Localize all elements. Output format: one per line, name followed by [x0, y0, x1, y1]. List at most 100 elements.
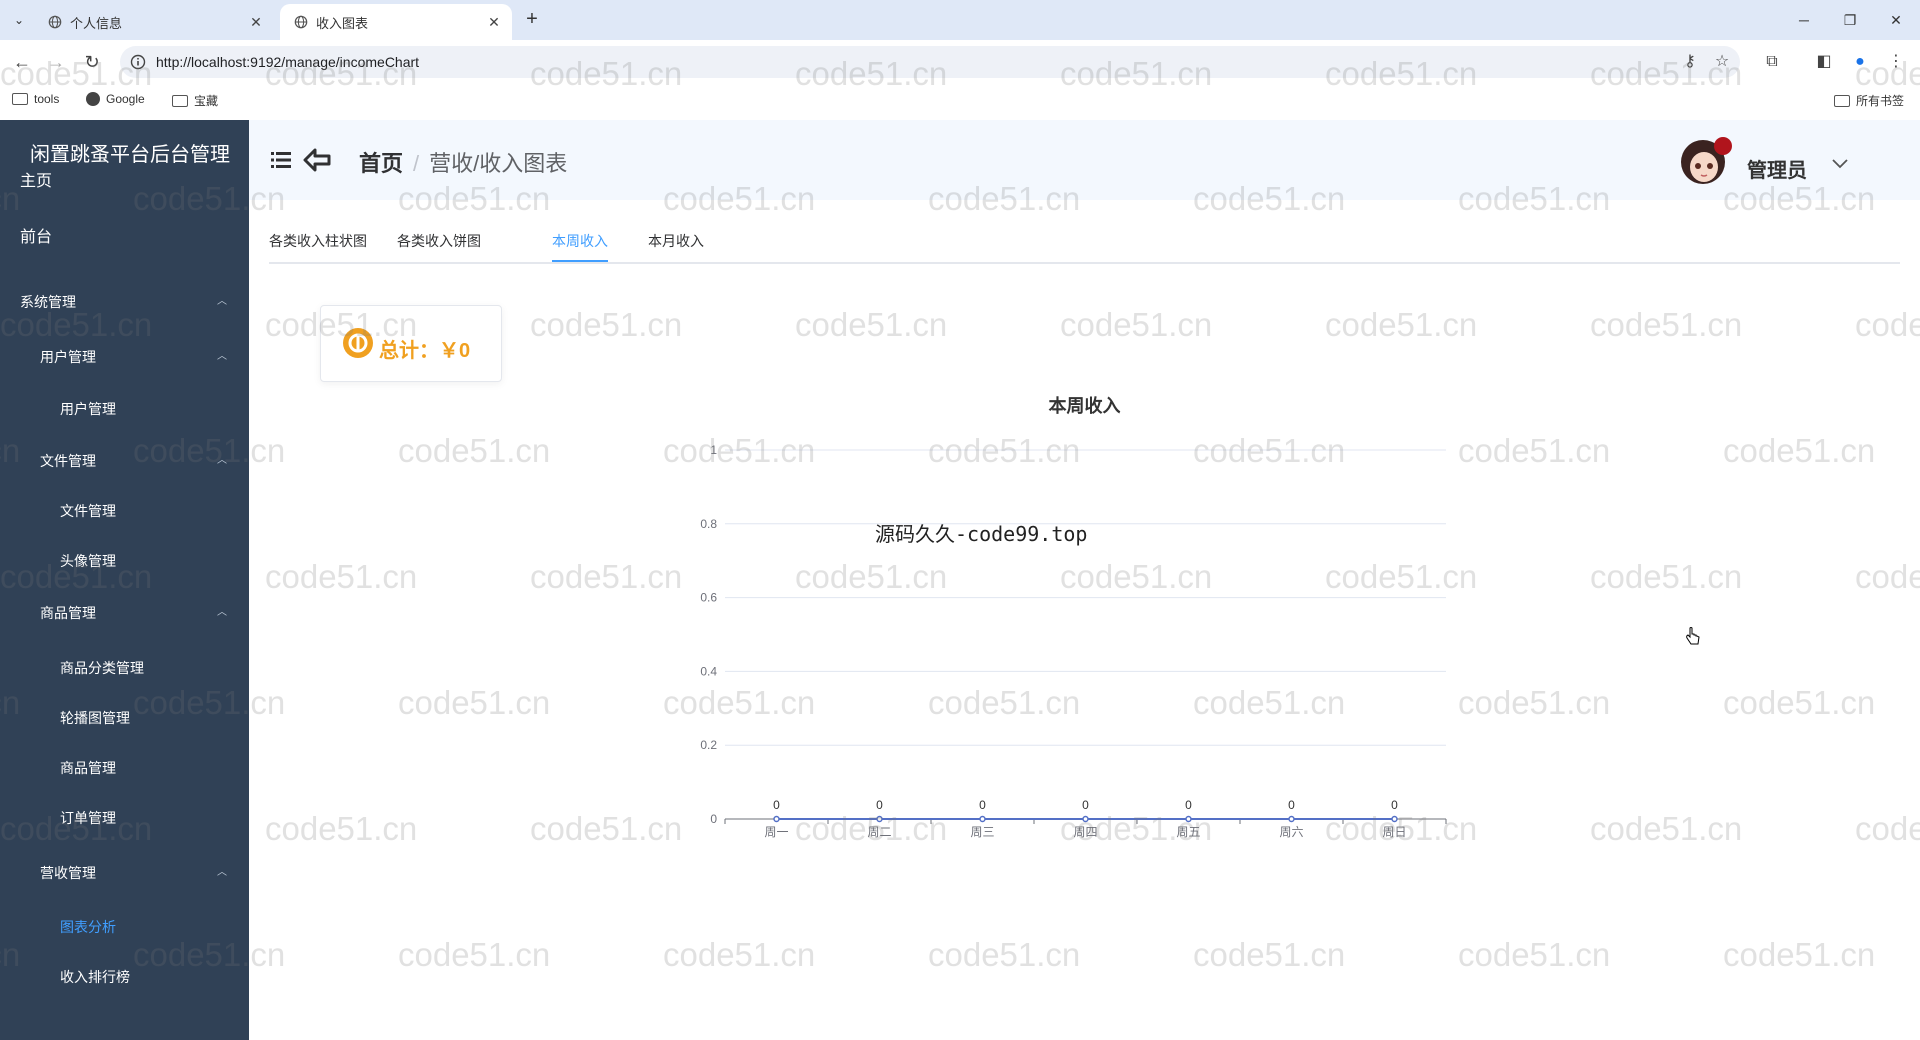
- profile-icon[interactable]: ●: [1850, 52, 1870, 72]
- sidebar-item-label: 头像管理: [60, 553, 116, 569]
- new-tab-icon[interactable]: +: [520, 8, 544, 32]
- sidebar-item[interactable]: 文件管理 ︿: [0, 441, 249, 481]
- data-label: 0: [876, 798, 883, 812]
- back-icon[interactable]: ←: [10, 50, 34, 74]
- sidebar-item-label: 用户管理: [40, 349, 96, 365]
- globe-icon: [48, 15, 62, 29]
- sidebar-item[interactable]: 轮播图管理: [0, 698, 249, 738]
- x-tick-label: 周三: [970, 825, 994, 839]
- sidebar-item[interactable]: 商品分类管理: [0, 648, 249, 688]
- sidebar-item[interactable]: 前台: [0, 218, 249, 258]
- all-bookmarks[interactable]: 所有书签: [1834, 92, 1904, 109]
- sidebar-item-label: 前台: [20, 229, 53, 246]
- sidebar-item-label: 收入排行榜: [60, 969, 130, 985]
- avatar[interactable]: [1677, 132, 1733, 188]
- side-panel-icon[interactable]: ◧: [1814, 52, 1834, 72]
- close-tab-icon[interactable]: ✕: [246, 14, 266, 31]
- chevron-up-icon[interactable]: ︿: [217, 593, 227, 633]
- minimize-icon[interactable]: ─: [1784, 8, 1824, 32]
- y-tick-label: 0.2: [700, 738, 717, 752]
- sidebar-item[interactable]: 订单管理: [0, 798, 249, 838]
- tab-search-icon[interactable]: ⌄: [8, 9, 30, 31]
- extensions-icon[interactable]: ⧉: [1762, 52, 1782, 72]
- data-point: [876, 815, 883, 823]
- sidebar-item[interactable]: 用户管理: [0, 389, 249, 429]
- sidebar-item[interactable]: 商品管理: [0, 748, 249, 788]
- password-key-icon[interactable]: ⚷: [1680, 52, 1700, 72]
- google-icon: [86, 92, 100, 106]
- tab-weekly-income[interactable]: 本周收入: [552, 228, 608, 254]
- sidebar-item[interactable]: 图表分析: [0, 907, 249, 947]
- menu-kebab-icon[interactable]: ⋮: [1886, 52, 1906, 72]
- sidebar-item[interactable]: 用户管理 ︿: [0, 337, 249, 377]
- y-tick-label: 0: [710, 812, 717, 826]
- data-point: [773, 815, 780, 823]
- bookmark-star-icon[interactable]: ☆: [1712, 52, 1732, 72]
- tab-category-bar[interactable]: 各类收入柱状图: [269, 228, 367, 254]
- bookmark-label: Google: [106, 92, 145, 106]
- breadcrumb-current: 营收/收入图表: [429, 151, 568, 176]
- tab-title: 收入图表: [316, 15, 369, 31]
- sidebar-item-label: 轮播图管理: [60, 710, 130, 726]
- browser-tab-income-chart[interactable]: 收入图表 ✕: [280, 4, 512, 40]
- site-info-icon[interactable]: [130, 54, 146, 70]
- sidebar-item[interactable]: 系统管理 ︿: [0, 282, 249, 322]
- close-window-icon[interactable]: ✕: [1876, 8, 1916, 32]
- breadcrumb-home[interactable]: 首页: [359, 151, 403, 176]
- sidebar-item[interactable]: 营收管理 ︿: [0, 853, 249, 893]
- chevron-up-icon[interactable]: ︿: [217, 853, 227, 893]
- sidebar-item[interactable]: 头像管理: [0, 541, 249, 581]
- reload-icon[interactable]: ↻: [80, 50, 104, 74]
- bookmark-google[interactable]: Google: [86, 92, 145, 106]
- back-arrow-icon[interactable]: [303, 148, 331, 172]
- x-tick-label: 周五: [1176, 825, 1200, 839]
- url-text[interactable]: http://localhost:9192/manage/incomeChart: [156, 46, 419, 78]
- browser-tab-profile[interactable]: 个人信息 ✕: [34, 4, 274, 40]
- chart-tabs: 各类收入柱状图 各类收入饼图 本周收入 本月收入: [269, 228, 1900, 264]
- sidebar-item-label: 用户管理: [60, 401, 116, 417]
- chevron-up-icon[interactable]: ︿: [217, 282, 227, 322]
- tab-category-pie[interactable]: 各类收入饼图: [397, 228, 481, 254]
- bookmark-treasure[interactable]: 宝藏: [172, 92, 218, 109]
- weekly-income-chart: 本周收入 0 0.2 0.4 0.6 0.8 1 0 周一 0 周二 0 周三 0 周四 0 周五 0 周六 0 周日: [249, 350, 1920, 910]
- data-label: 0: [1288, 798, 1295, 812]
- x-tick-label: 周四: [1073, 825, 1097, 839]
- data-label: 0: [1082, 798, 1089, 812]
- globe-icon: [294, 15, 308, 29]
- folder-icon: [172, 94, 188, 107]
- data-label: 0: [1185, 798, 1192, 812]
- x-tick-label: 周二: [867, 825, 891, 839]
- chevron-up-icon[interactable]: ︿: [217, 337, 227, 377]
- data-point: [1391, 815, 1398, 823]
- y-tick-label: 1: [710, 443, 717, 457]
- overlay-text: 源码久久-code99.top: [875, 522, 1088, 546]
- address-bar[interactable]: http://localhost:9192/manage/incomeChart: [120, 46, 1740, 78]
- sidebar-item[interactable]: 文件管理: [0, 491, 249, 531]
- forward-icon[interactable]: →: [44, 50, 68, 74]
- data-point: [1185, 815, 1192, 823]
- sidebar-item[interactable]: 主页: [0, 162, 249, 202]
- data-label: 0: [1391, 798, 1398, 812]
- y-tick-label: 0.6: [700, 591, 717, 605]
- all-bookmarks-label: 所有书签: [1856, 94, 1905, 108]
- breadcrumb-separator: /: [413, 151, 420, 176]
- y-tick-label: 0.8: [700, 517, 717, 531]
- sidebar-item[interactable]: 商品管理 ︿: [0, 593, 249, 633]
- user-name[interactable]: 管理员: [1747, 154, 1807, 183]
- hamburger-icon[interactable]: [271, 151, 291, 169]
- x-tick-label: 周日: [1382, 825, 1406, 839]
- sidebar-item[interactable]: 收入排行榜: [0, 957, 249, 997]
- bookmark-label: tools: [34, 92, 60, 106]
- close-tab-icon[interactable]: ✕: [484, 14, 504, 31]
- bookmark-tools[interactable]: tools: [12, 92, 59, 106]
- sidebar-item-label: 订单管理: [60, 810, 116, 826]
- y-tick-label: 0.4: [700, 664, 717, 678]
- x-tick-label: 周六: [1279, 825, 1303, 839]
- active-tab-indicator: [552, 260, 608, 262]
- chevron-down-icon[interactable]: [1831, 156, 1849, 170]
- sidebar-item-label: 主页: [20, 173, 53, 190]
- chevron-up-icon[interactable]: ︿: [217, 441, 227, 481]
- restore-icon[interactable]: ❐: [1830, 8, 1870, 32]
- data-label: 0: [979, 798, 986, 812]
- tab-monthly-income[interactable]: 本月收入: [648, 228, 704, 254]
